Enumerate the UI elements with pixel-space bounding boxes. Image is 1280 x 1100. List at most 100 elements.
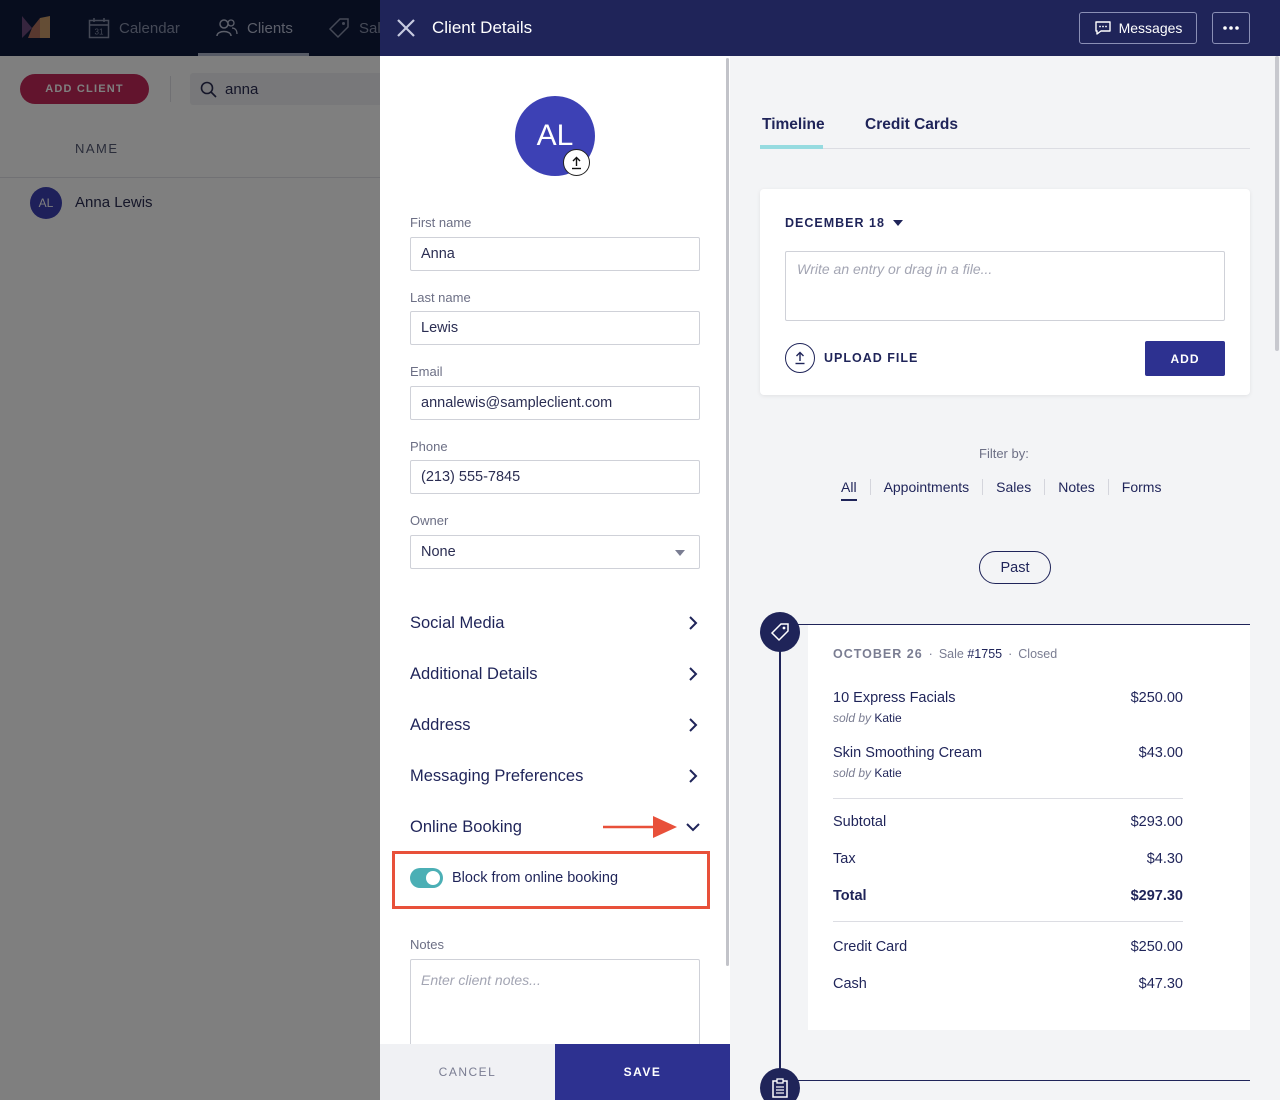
line-item-name: 10 Express Facials	[833, 690, 956, 706]
section-additional-details[interactable]: Additional Details	[410, 662, 700, 686]
section-label: Online Booking	[410, 817, 522, 836]
subtotal-label: Subtotal	[833, 814, 887, 830]
entry-date: DECEMBER 18	[785, 216, 885, 230]
cancel-button[interactable]: CANCEL	[380, 1044, 555, 1100]
seller-name: Katie	[874, 766, 902, 780]
close-icon[interactable]	[395, 17, 417, 39]
phone-field[interactable]: (213) 555-7845	[410, 460, 700, 494]
divider	[833, 798, 1183, 799]
chevron-right-icon	[689, 616, 698, 630]
tag-icon	[770, 623, 789, 642]
section-messaging-preferences[interactable]: Messaging Preferences	[410, 764, 700, 788]
toggle-knob	[426, 871, 440, 885]
total-label: Total	[833, 888, 867, 904]
filter-all[interactable]: All	[841, 479, 870, 501]
tax-amount: $4.30	[1146, 851, 1183, 867]
past-button[interactable]: Past	[979, 551, 1051, 584]
annotation-arrow-icon	[603, 816, 677, 838]
tabs-divider	[760, 148, 1250, 149]
payment-method: Credit Card	[833, 939, 908, 955]
chevron-down-icon	[686, 823, 700, 832]
sale-number: #1755	[967, 647, 1003, 661]
timeline-line	[779, 650, 781, 1080]
block-online-booking-label: Block from online booking	[452, 870, 619, 886]
upload-file-button[interactable]: UPLOAD FILE	[785, 343, 918, 373]
filter-sales[interactable]: Sales	[982, 479, 1044, 495]
chevron-right-icon	[689, 667, 698, 681]
sale-date: OCTOBER 26	[833, 647, 923, 661]
caret-down-icon	[892, 220, 903, 226]
section-label: Messaging Preferences	[410, 766, 584, 785]
chevron-right-icon	[689, 718, 698, 732]
subtotal-amount: $293.00	[1130, 814, 1183, 830]
owner-select[interactable]: None	[410, 535, 700, 569]
email-label: Email	[410, 364, 443, 379]
save-button[interactable]: SAVE	[555, 1044, 730, 1100]
payment-method: Cash	[833, 976, 867, 992]
upload-avatar-button[interactable]	[563, 149, 590, 176]
line-item-seller: sold by Katie	[833, 711, 902, 725]
total-amount: $297.30	[1130, 888, 1183, 904]
owner-label: Owner	[410, 513, 449, 528]
first-name-label: First name	[410, 215, 472, 230]
timeline-scrollbar[interactable]	[1275, 56, 1279, 351]
form-entry-marker	[760, 1068, 800, 1100]
messages-label: Messages	[1118, 20, 1183, 36]
line-item-amount: $250.00	[1130, 690, 1183, 706]
last-name-field[interactable]: Lewis	[410, 311, 700, 345]
sale-entry-marker	[760, 612, 800, 652]
first-name-field[interactable]: Anna	[410, 237, 700, 271]
drawer-title: Client Details	[432, 18, 533, 37]
filter-forms[interactable]: Forms	[1107, 479, 1175, 495]
last-name-label: Last name	[410, 290, 471, 305]
section-social-media[interactable]: Social Media	[410, 611, 700, 635]
owner-value: None	[421, 544, 456, 560]
clipboard-icon	[772, 1078, 788, 1098]
caret-down-icon	[675, 550, 685, 556]
sale-meta: OCTOBER 26 · Sale #1755 · Closed	[833, 647, 1057, 661]
meta-separator: ·	[1008, 647, 1013, 661]
more-options-button[interactable]	[1212, 12, 1250, 44]
payment-amount: $47.30	[1138, 976, 1183, 992]
sale-label[interactable]: Sale #1755	[939, 647, 1002, 661]
chat-bubble-icon	[1094, 21, 1111, 35]
form-scrollbar[interactable]	[726, 58, 729, 966]
section-label: Social Media	[410, 613, 505, 632]
upload-file-label: UPLOAD FILE	[824, 351, 919, 365]
filter-appointments[interactable]: Appointments	[869, 479, 983, 495]
filter-by-label: Filter by:	[979, 446, 1029, 461]
section-label: Additional Details	[410, 664, 538, 683]
notes-textarea[interactable]: Enter client notes...	[410, 959, 700, 1049]
timeline-entry-divider	[780, 1080, 1250, 1081]
divider	[833, 921, 1183, 922]
filter-notes[interactable]: Notes	[1044, 479, 1108, 495]
sale-prefix: Sale	[938, 647, 964, 661]
modal-overlay[interactable]	[0, 0, 380, 1100]
section-address[interactable]: Address	[410, 713, 700, 737]
more-horizontal-icon	[1223, 26, 1239, 30]
chevron-right-icon	[689, 769, 698, 783]
block-online-booking-toggle[interactable]	[410, 868, 443, 888]
tab-timeline[interactable]: Timeline	[762, 116, 825, 134]
active-tab-indicator	[760, 145, 823, 149]
meta-separator: ·	[928, 647, 933, 661]
timeline-filters: All Appointments Sales Notes Forms	[841, 479, 1175, 501]
messages-button[interactable]: Messages	[1079, 12, 1197, 44]
tax-label: Tax	[833, 851, 856, 867]
entry-textarea[interactable]: Write an entry or drag in a file...	[785, 251, 1225, 321]
phone-label: Phone	[410, 439, 448, 454]
payment-amount: $250.00	[1130, 939, 1183, 955]
line-item-name: Skin Smoothing Cream	[833, 745, 983, 761]
entry-date-dropdown[interactable]: DECEMBER 18	[785, 216, 903, 230]
upload-icon	[572, 156, 581, 169]
email-field[interactable]: annalewis@sampleclient.com	[410, 386, 700, 420]
seller-name: Katie	[874, 711, 902, 725]
add-entry-button[interactable]: ADD	[1145, 341, 1225, 376]
sold-by-label: sold by	[833, 766, 872, 780]
section-label: Address	[410, 715, 471, 734]
sale-status: Closed	[1018, 647, 1058, 661]
sold-by-label: sold by	[833, 711, 872, 725]
upload-icon	[785, 343, 815, 373]
tab-credit-cards[interactable]: Credit Cards	[865, 116, 958, 134]
notes-label: Notes	[410, 937, 444, 952]
